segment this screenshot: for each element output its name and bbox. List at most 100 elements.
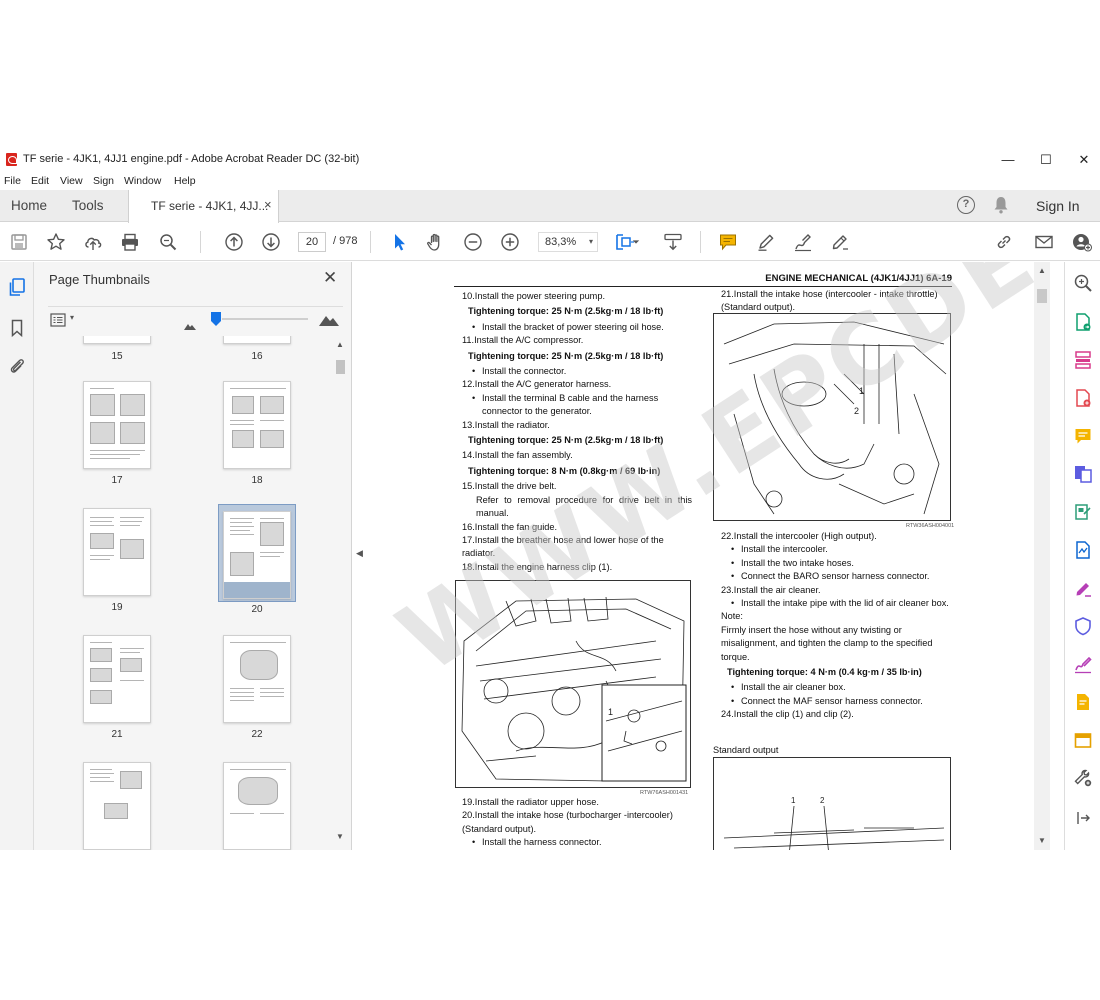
calendar-icon[interactable]	[1073, 730, 1093, 750]
doc-step-line: 22.Install the intercooler (High output)…	[721, 531, 877, 541]
add-user-icon[interactable]	[1071, 231, 1093, 253]
create-pdf-icon[interactable]	[1073, 388, 1093, 408]
minimize-button[interactable]: —	[990, 150, 1026, 170]
thumbnail-page-16[interactable]	[223, 336, 291, 344]
close-window-button[interactable]: ✕	[1066, 150, 1100, 170]
thumbnail-page-23[interactable]	[83, 762, 151, 850]
draw-freeform-icon[interactable]	[792, 231, 814, 253]
select-pointer-icon[interactable]	[388, 231, 410, 253]
bookmarks-icon[interactable]	[7, 318, 27, 338]
tab-document[interactable]: TF serie - 4JK1, 4JJ... ×	[128, 190, 279, 223]
page-number-input[interactable]: 20	[298, 232, 326, 252]
thumbnails-scrollbar[interactable]: ▲ ▼	[335, 336, 347, 850]
comment-icon[interactable]	[1073, 426, 1093, 446]
zoom-out-icon[interactable]	[462, 231, 484, 253]
tab-tools[interactable]: Tools	[72, 198, 104, 213]
protect-shield-icon[interactable]	[1073, 616, 1093, 636]
next-page-icon[interactable]	[260, 231, 282, 253]
scrolling-mode-icon[interactable]	[662, 231, 684, 253]
svg-text:2: 2	[820, 796, 825, 805]
search-zoom-icon[interactable]	[1073, 273, 1093, 293]
document-scrollbar[interactable]: ▲ ▼	[1034, 262, 1050, 850]
save-icon[interactable]	[8, 231, 30, 253]
share-link-icon[interactable]	[993, 231, 1015, 253]
page-thumbnails-icon[interactable]	[7, 277, 27, 297]
thumbnail-options-icon[interactable]	[50, 313, 66, 332]
doc-bullet-line: Connect the MAF sensor harness connector…	[721, 695, 953, 709]
menu-sign[interactable]: Sign	[93, 175, 114, 187]
close-panel-icon[interactable]: ✕	[323, 268, 337, 288]
thumbnail-page-20[interactable]	[223, 511, 291, 599]
notifications-bell-icon[interactable]	[993, 196, 1009, 214]
acrobat-pdf-icon	[6, 153, 17, 166]
thumbnail-label: 22	[251, 729, 263, 740]
find-zoom-icon[interactable]	[157, 231, 179, 253]
send-for-comments-icon[interactable]	[1073, 692, 1093, 712]
bookmark-star-icon[interactable]	[45, 231, 67, 253]
close-tab-icon[interactable]: ×	[264, 197, 272, 212]
fill-and-sign-icon[interactable]	[1073, 578, 1093, 598]
zoom-in-icon[interactable]	[499, 231, 521, 253]
doc-bullet-line: Install the two intake hoses.	[721, 557, 953, 571]
menu-window[interactable]: Window	[124, 175, 161, 187]
thumbnail-page-19[interactable]	[83, 508, 151, 596]
page-fit-dropdown-icon[interactable]	[629, 231, 643, 253]
combine-files-icon[interactable]	[1073, 464, 1093, 484]
air-cleaner-clip-figure: 1 2	[713, 757, 951, 850]
scrollbar-thumb[interactable]	[1037, 289, 1047, 303]
doc-plain-line: Firmly insert the hose without any twist…	[721, 624, 933, 662]
sign-in-button[interactable]: Sign In	[1036, 198, 1080, 214]
document-view[interactable]: ENGINE MECHANICAL (4JK1/4JJ1) 6A-19 10.I…	[370, 262, 1034, 850]
add-comment-icon[interactable]	[717, 231, 739, 253]
menu-view[interactable]: View	[60, 175, 83, 187]
thumbnail-page-17[interactable]	[83, 381, 151, 469]
previous-page-icon[interactable]	[223, 231, 245, 253]
thumbnails-list: 15 16 17 18 19 20 21 22	[34, 336, 351, 850]
scroll-up-arrow-icon[interactable]: ▲	[336, 340, 344, 349]
thumbnail-page-24[interactable]	[223, 762, 291, 850]
highlight-pen-icon[interactable]	[755, 231, 777, 253]
menu-help[interactable]: Help	[174, 175, 196, 187]
scroll-up-arrow-icon[interactable]: ▲	[1038, 266, 1046, 275]
upload-cloud-icon[interactable]	[82, 231, 104, 253]
thumbnail-page-22[interactable]	[223, 635, 291, 723]
right-text-column: 22.Install the intercooler (High output)…	[721, 530, 953, 722]
thumbnail-page-21[interactable]	[83, 635, 151, 723]
scroll-down-arrow-icon[interactable]: ▼	[336, 832, 344, 841]
scrollbar-thumb[interactable]	[336, 360, 345, 374]
doc-torque-line: Tightening torque: 4 N·m (0.4 kg·m / 35 …	[727, 667, 922, 678]
thumbnail-page-15[interactable]	[83, 336, 151, 344]
email-envelope-icon[interactable]	[1033, 231, 1055, 253]
export-pdf-icon[interactable]	[1073, 312, 1093, 332]
thumbnail-label: 17	[111, 475, 123, 486]
doc-torque-line: Tightening torque: 25 N·m (2.5kg·m / 18 …	[468, 350, 664, 361]
edit-pdf-icon[interactable]	[1073, 502, 1093, 522]
organize-pages-icon[interactable]	[1073, 350, 1093, 370]
scroll-down-arrow-icon[interactable]: ▼	[1038, 836, 1046, 845]
thumbnail-page-18[interactable]	[223, 381, 291, 469]
large-thumbnail-icon[interactable]	[319, 313, 339, 331]
hand-tool-icon[interactable]	[425, 231, 447, 253]
small-thumbnail-icon[interactable]	[184, 317, 196, 335]
thumbnail-size-slider-handle[interactable]	[210, 311, 226, 333]
attachments-paperclip-icon[interactable]	[7, 356, 27, 376]
help-icon[interactable]: ?	[957, 196, 975, 214]
more-tools-wrench-icon[interactable]	[1073, 768, 1093, 788]
menu-edit[interactable]: Edit	[31, 175, 49, 187]
chevron-down-icon[interactable]: ▾	[70, 313, 74, 322]
maximize-button[interactable]: ☐	[1028, 150, 1064, 170]
thumbnail-label: 19	[111, 602, 123, 613]
thumbnail-size-slider[interactable]	[222, 318, 308, 320]
right-text-column-top: 21.Install the intake hose (intercooler …	[721, 288, 953, 315]
print-icon[interactable]	[119, 231, 141, 253]
request-signature-icon[interactable]	[1073, 654, 1093, 674]
scan-enhance-icon[interactable]	[1073, 540, 1093, 560]
menu-file[interactable]: File	[4, 175, 21, 187]
collapse-panel-arrow-icon[interactable]: ◀	[356, 548, 363, 559]
fill-sign-icon[interactable]	[829, 231, 851, 253]
tab-home[interactable]: Home	[11, 198, 47, 213]
collapse-tools-pane-icon[interactable]	[1073, 808, 1093, 828]
doc-step-line: 11.Install the A/C compressor.	[462, 335, 584, 346]
acrobat-window: TF serie - 4JK1, 4JJ1 engine.pdf - Adobe…	[0, 148, 1100, 850]
zoom-level-select[interactable]: 83,3% ▾	[538, 232, 598, 252]
